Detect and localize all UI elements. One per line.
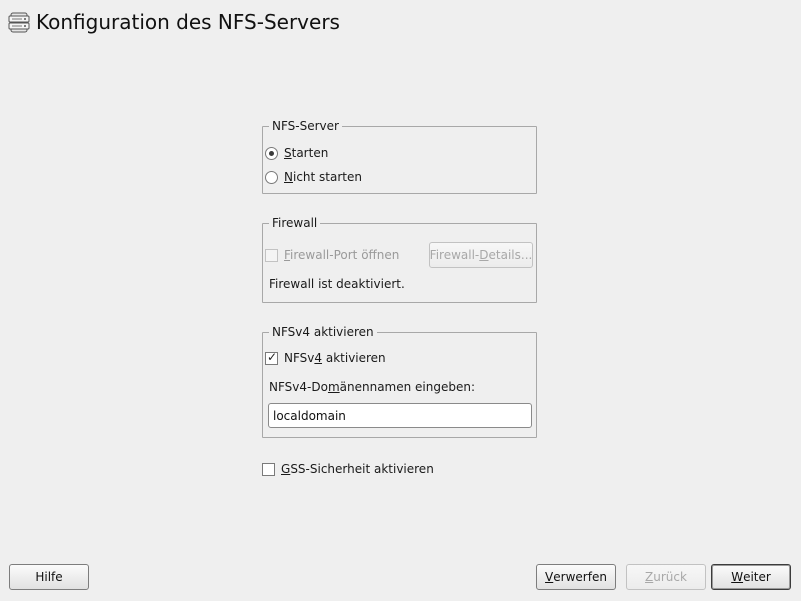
radio-do-not-start-label[interactable]: Nicht starten xyxy=(284,170,362,184)
radio-start-button[interactable] xyxy=(265,146,278,160)
firewall-status-text: Firewall ist deaktiviert. xyxy=(269,277,405,291)
nfsv4-legend: NFSv4 aktivieren xyxy=(269,325,377,339)
server-icon xyxy=(8,10,30,34)
radio-start-label[interactable]: Starten xyxy=(284,146,328,160)
next-button[interactable]: Weiter xyxy=(711,564,791,590)
title-bar: Konfiguration des NFS-Servers xyxy=(8,8,340,36)
domain-label: NFSv4-Do m änennamen eingeben: xyxy=(269,380,476,394)
radio-do-not-start[interactable]: Nicht starten xyxy=(265,169,362,185)
firewall-port-checkbox-row: Firewall-Port öffnen xyxy=(265,247,399,263)
help-button[interactable]: Hilfe xyxy=(9,564,89,590)
firewall-group: Firewall Firewall-Port öffnen Firewall- D… xyxy=(262,216,537,303)
gss-checkbox[interactable] xyxy=(262,462,275,476)
nfsv4-checkbox-row[interactable]: NFSv4 aktivieren xyxy=(265,350,386,366)
firewall-port-checkbox xyxy=(265,248,278,262)
firewall-details-button: Firewall- Details... xyxy=(429,242,533,268)
nfs-server-legend: NFS-Server xyxy=(269,119,342,133)
firewall-port-label: Firewall-Port öffnen xyxy=(284,248,400,262)
nfs-server-group: NFS-Server Starten Nicht starten xyxy=(262,119,537,194)
discard-button[interactable]: Verwerfen xyxy=(536,564,616,590)
nfsv4-checkbox-label[interactable]: NFSv4 aktivieren xyxy=(284,351,386,365)
domain-input[interactable]: localdomain xyxy=(268,403,532,428)
nfsv4-group: NFSv4 aktivieren NFSv4 aktivieren NFSv4-… xyxy=(262,325,537,438)
firewall-legend: Firewall xyxy=(269,216,321,230)
gss-checkbox-row[interactable]: GSS-Sicherheit aktivieren xyxy=(262,461,434,477)
radio-do-not-start-button[interactable] xyxy=(265,170,278,184)
domain-input-value[interactable]: localdomain xyxy=(273,409,346,423)
nfsv4-checkbox[interactable] xyxy=(265,350,278,365)
radio-start[interactable]: Starten xyxy=(265,145,328,161)
page-title: Konfiguration des NFS-Servers xyxy=(36,10,340,34)
gss-checkbox-label[interactable]: GSS-Sicherheit aktivieren xyxy=(281,462,434,476)
back-button: Zurück xyxy=(626,564,706,590)
